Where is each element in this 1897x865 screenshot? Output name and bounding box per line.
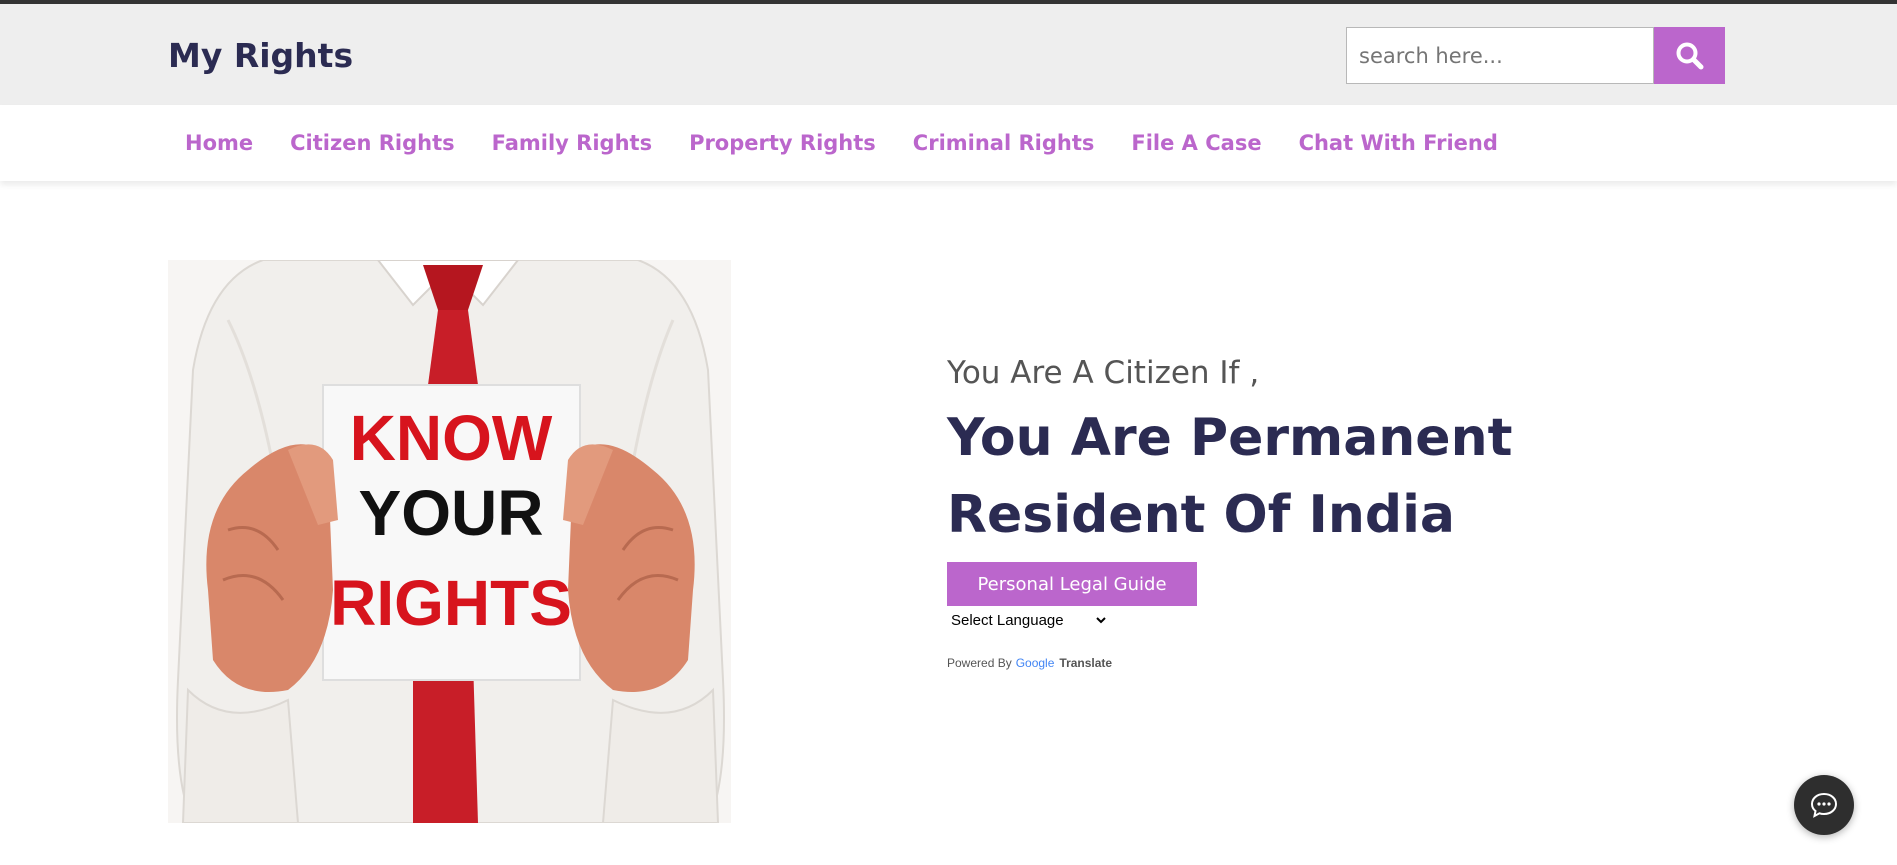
hero-subtitle: You Are A Citizen If , [947,355,1260,391]
search-button[interactable] [1654,27,1725,84]
nav-family-rights[interactable]: Family Rights [492,131,652,155]
language-select[interactable]: Select Language [947,609,1109,631]
nav-criminal-rights[interactable]: Criminal Rights [913,131,1095,155]
sign-text-your: YOUR [359,477,544,549]
search-icon [1676,42,1703,69]
sign-text-know: KNOW [350,402,553,474]
nav-chat-with-friend[interactable]: Chat With Friend [1299,131,1498,155]
hero-title: You Are Permanent Resident Of India [947,408,1513,545]
personal-legal-guide-button[interactable]: Personal Legal Guide [947,562,1197,606]
translate-link[interactable]: Translate [1059,656,1112,670]
hero-illustration: KNOW YOUR RIGHTS [176,260,725,823]
powered-by-text: Powered By [947,656,1012,670]
chat-widget-button[interactable] [1794,775,1854,835]
nav-citizen-rights[interactable]: Citizen Rights [290,131,454,155]
hero-text-block: You Are A Citizen If , You Are Permanent… [947,350,1787,554]
google-translate-credit: Powered By Google Translate [947,656,1112,670]
nav-home[interactable]: Home [185,131,253,155]
site-header: My Rights [0,4,1897,105]
nav-file-a-case[interactable]: File A Case [1131,131,1261,155]
nav-property-rights[interactable]: Property Rights [689,131,876,155]
search-input[interactable] [1346,27,1654,84]
google-logo: Google [1015,656,1055,670]
sign-text-rights: RIGHTS [330,567,572,639]
main-navigation: Home Citizen Rights Family Rights Proper… [0,105,1897,181]
brand-logo[interactable]: My Rights [168,36,353,75]
chat-bubble-icon [1810,792,1838,818]
know-your-rights-image: KNOW YOUR RIGHTS [168,260,731,823]
